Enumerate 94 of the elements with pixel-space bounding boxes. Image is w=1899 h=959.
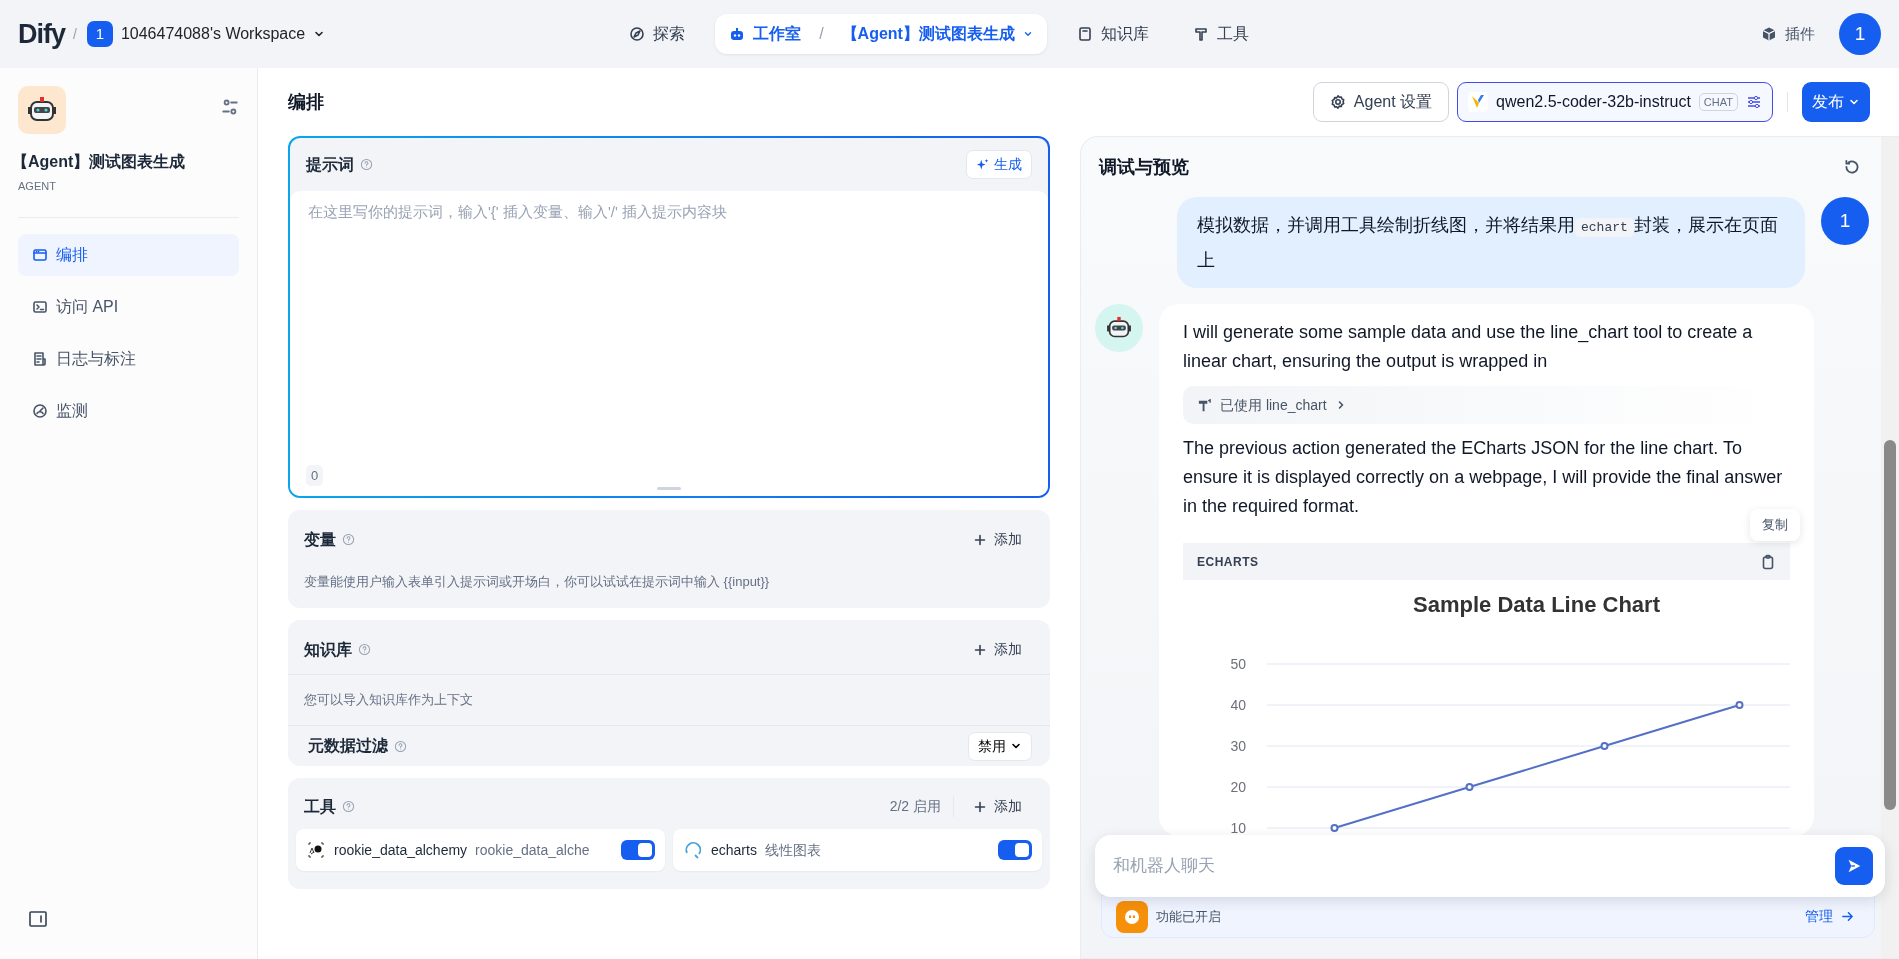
section-title: 知识库 [304, 639, 352, 660]
robot-icon [729, 26, 746, 42]
logo[interactable]: Dify [18, 13, 65, 55]
nav-tab[interactable]: 工作室 / 【Agent】测试图表生成 [715, 14, 1047, 54]
breadcrumb-separator: / [819, 24, 824, 44]
arrow-right-icon [1841, 910, 1854, 923]
section-title: 提示词 [306, 154, 354, 175]
model-selector[interactable]: qwen2.5-coder-32b-instruct CHAT [1457, 82, 1773, 122]
plus-icon [974, 800, 986, 813]
help-icon[interactable] [394, 739, 407, 753]
nav-tab[interactable]: 工具 [1178, 14, 1263, 54]
chart-title: Sample Data Line Chart [1412, 591, 1661, 619]
workspace-name: 1046474088's Workspace [120, 24, 306, 44]
sliders-icon [1746, 94, 1762, 110]
app-icon [18, 86, 66, 134]
axis-label: 30 [1230, 738, 1246, 754]
panel-title: 调试与预览 [1099, 155, 1189, 179]
user-message: 模拟数据，并调用工具绘制折线图，并将结果用 echart 封装，展示在页面上 [1177, 197, 1805, 288]
sidebar-toggle-icon[interactable] [28, 909, 48, 929]
clipboard-icon[interactable] [1760, 553, 1776, 570]
user-avatar: 1 [1821, 197, 1869, 245]
terminal-icon [32, 298, 48, 315]
axis-label: 50 [1230, 656, 1246, 672]
settings-icon[interactable] [221, 98, 239, 116]
section-title: 工具 [304, 796, 336, 817]
send-button[interactable] [1835, 847, 1873, 885]
plus-icon [974, 533, 986, 546]
resize-handle[interactable] [657, 487, 681, 490]
axis-label: 40 [1230, 697, 1246, 713]
code-language: ECHARTS [1197, 553, 1259, 571]
app-breadcrumb[interactable]: 【Agent】测试图表生成 [841, 22, 1015, 46]
add-button[interactable]: 添加 [970, 794, 1026, 819]
app-name: 【Agent】测试图表生成 [12, 152, 187, 172]
sidebar-item[interactable]: 日志与标注 [18, 337, 239, 380]
sidebar-item[interactable]: 访问 API [18, 285, 239, 328]
chat-input-box[interactable]: 和机器人聊天 [1095, 835, 1885, 897]
cube-icon [1761, 26, 1777, 42]
breadcrumb-separator: / [73, 24, 77, 44]
tool-label: rookie_data_alche [475, 840, 590, 860]
add-button[interactable]: 添加 [970, 527, 1026, 552]
copy-tooltip: 复制 [1750, 509, 1800, 541]
bot-avatar [1095, 304, 1143, 352]
features-label: 功能已开启 [1156, 907, 1221, 926]
document-icon [32, 350, 48, 367]
plugins-button[interactable]: 插件 [1753, 16, 1823, 52]
magnifier-icon [683, 840, 703, 860]
user-avatar[interactable]: 1 [1839, 13, 1881, 55]
nav-tab[interactable]: 知识库 [1062, 14, 1163, 54]
gear-icon [1329, 94, 1346, 110]
help-icon[interactable] [342, 533, 355, 546]
sidebar-item[interactable]: 监测 [18, 389, 239, 432]
model-logo-icon [1468, 92, 1489, 112]
page-title: 编排 [288, 90, 324, 114]
browser-icon [32, 246, 48, 263]
hammer-icon [1197, 397, 1212, 413]
filter-dropdown[interactable]: 禁用 [968, 731, 1032, 761]
message-text: I will generate some sample data and use the line_chart tool to create a linear chart, ensuring the output is wrapped in [1183, 321, 1754, 373]
tool-name: rookie_data_alchemy [334, 840, 468, 860]
manage-link[interactable]: 管理 [1799, 905, 1860, 928]
section-title: 变量 [304, 529, 336, 550]
tool-label: 线性图表 [764, 840, 821, 860]
chevron-down-icon [1022, 29, 1033, 39]
generate-button[interactable]: 生成 [966, 150, 1032, 179]
tools-status: 2/2 启用 [889, 796, 954, 817]
gauge-icon [32, 402, 48, 419]
agent-settings-button[interactable]: Agent 设置 [1312, 82, 1450, 122]
plus-icon [974, 643, 986, 656]
publish-button[interactable]: 发布 [1802, 82, 1870, 122]
help-icon[interactable] [360, 158, 373, 171]
compass-icon [629, 26, 646, 42]
tool-name: echarts [711, 840, 757, 860]
axis-label: 10 [1230, 820, 1246, 835]
nav-tab[interactable]: 探索 [615, 14, 700, 54]
sparkle-icon [976, 157, 990, 172]
scrollbar-thumb[interactable] [1884, 440, 1896, 810]
app-type: AGENT [18, 179, 57, 194]
section-description: 变量能使用户输入表单引入提示词或开场白，你可以试试在提示词中输入 {{input}} [303, 573, 771, 591]
reset-icon[interactable] [1843, 158, 1861, 176]
sidebar-item[interactable]: 编排 [18, 233, 239, 276]
help-icon[interactable] [342, 800, 355, 813]
mode-tag: CHAT [1698, 92, 1738, 112]
toggle-switch[interactable] [998, 840, 1032, 860]
workspace-selector[interactable]: 1 1046474088's Workspace [86, 21, 326, 47]
filter-label: 元数据过滤 [308, 736, 388, 756]
add-button[interactable]: 添加 [970, 637, 1026, 662]
help-icon[interactable] [358, 643, 371, 656]
workspace-badge: 1 [86, 21, 113, 47]
book-icon [1076, 26, 1093, 42]
toggle-switch[interactable] [621, 840, 655, 860]
axis-label: 20 [1230, 779, 1246, 795]
chat-input[interactable]: 和机器人聊天 [1111, 852, 1835, 880]
hammer-icon [1192, 26, 1209, 42]
section-description: 您可以导入知识库作为上下文 [288, 674, 1050, 726]
scrollbar[interactable] [1881, 137, 1899, 958]
